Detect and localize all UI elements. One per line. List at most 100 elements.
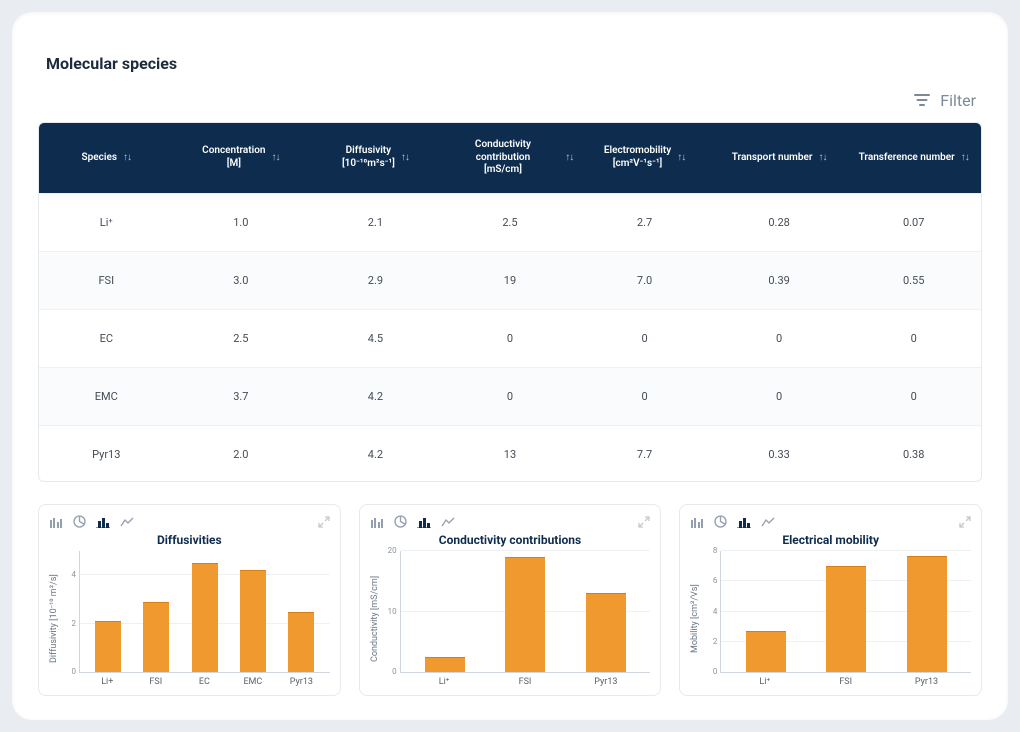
- column-header-label: Species: [82, 152, 117, 165]
- charts-row: DiffusivitiesDiffusivity [10⁻¹⁰ m²/s]024…: [38, 504, 982, 696]
- table-body: Li⁺1.02.12.52.70.280.07FSI3.02.9197.00.3…: [39, 193, 981, 482]
- cell-cond: 0: [443, 367, 578, 425]
- cell-transference: 0.55: [846, 251, 981, 309]
- page-title: Molecular species: [46, 54, 982, 73]
- cell-species: EMC: [39, 367, 174, 425]
- chart-ytick: 4: [699, 607, 717, 616]
- chart-type-switcher: [49, 513, 330, 531]
- chart-card: Conductivity contributionsConductivity […: [359, 504, 662, 696]
- chart-type-bar-icon[interactable]: [417, 513, 431, 532]
- cell-species: Li⁺: [39, 193, 174, 251]
- chart-type-grouped-icon[interactable]: [370, 513, 384, 532]
- cell-species: Pyr13: [39, 425, 174, 482]
- cell-diff: 2.9: [308, 251, 443, 309]
- cell-cond: 2.5: [443, 193, 578, 251]
- chart-bar: [143, 602, 169, 672]
- cell-transport: 0: [712, 309, 847, 367]
- chart-plot: 024Li+FSIECEMCPyr13: [59, 551, 330, 687]
- expand-icon[interactable]: [638, 513, 650, 532]
- chart-type-bar-icon[interactable]: [96, 513, 110, 532]
- chart-ytick: 2: [58, 619, 76, 628]
- chart-bar: [586, 593, 626, 672]
- cell-transport: 0.39: [712, 251, 847, 309]
- chart-type-pie-icon[interactable]: [714, 513, 727, 532]
- chart-xtick: FSI: [826, 677, 866, 687]
- chart-xtick: EMC: [240, 677, 266, 687]
- chart-type-switcher: [690, 513, 971, 531]
- table-row: Pyr132.04.2137.70.330.38: [39, 425, 981, 482]
- chart-card: DiffusivitiesDiffusivity [10⁻¹⁰ m²/s]024…: [38, 504, 341, 696]
- chart-title: Conductivity contributions: [370, 533, 651, 547]
- cell-cond: 19: [443, 251, 578, 309]
- column-header[interactable]: Conductivity contribution[mS/cm]↑↓: [443, 123, 578, 193]
- filter-icon: [914, 91, 930, 110]
- filter-control[interactable]: Filter: [38, 91, 982, 110]
- chart-type-pie-icon[interactable]: [394, 513, 407, 532]
- chart-bars: [80, 551, 330, 672]
- chart-type-line-icon[interactable]: [761, 513, 775, 532]
- chart-ytick: 0: [699, 667, 717, 676]
- chart-type-switcher: [370, 513, 651, 531]
- chart-bars: [721, 551, 971, 672]
- chart-type-pie-icon[interactable]: [73, 513, 86, 532]
- chart-type-line-icon[interactable]: [441, 513, 455, 532]
- table-row: FSI3.02.9197.00.390.55: [39, 251, 981, 309]
- column-header[interactable]: Transport number↑↓: [712, 123, 847, 193]
- chart-bars: [401, 551, 651, 672]
- chart-ytick: 0: [58, 667, 76, 676]
- cell-conc: 1.0: [174, 193, 309, 251]
- cell-transference: 0: [846, 367, 981, 425]
- chart-bar: [192, 563, 218, 672]
- column-header[interactable]: Diffusivity[10⁻¹⁰m²s⁻¹]↑↓: [308, 123, 443, 193]
- column-header-label: Electromobility[cm²V⁻¹s⁻¹]: [604, 145, 671, 170]
- column-header[interactable]: Concentration[M]↑↓: [174, 123, 309, 193]
- expand-icon[interactable]: [318, 513, 330, 532]
- cell-mob: 7.7: [577, 425, 712, 482]
- cell-conc: 3.7: [174, 367, 309, 425]
- chart-ytick: 8: [699, 546, 717, 555]
- cell-mob: 7.0: [577, 251, 712, 309]
- column-header-label: Transference number: [859, 152, 955, 165]
- column-header-label: Conductivity contribution[mS/cm]: [447, 139, 560, 177]
- chart-xtick: FSI: [505, 677, 545, 687]
- cell-mob: 0: [577, 309, 712, 367]
- chart-type-line-icon[interactable]: [120, 513, 134, 532]
- cell-transference: 0.07: [846, 193, 981, 251]
- chart-bar: [95, 621, 121, 672]
- chart-xtick: Pyr13: [907, 677, 947, 687]
- cell-cond: 0: [443, 309, 578, 367]
- cell-diff: 4.2: [308, 367, 443, 425]
- chart-ytick: 4: [58, 570, 76, 579]
- chart-plot: 01020Li⁺FSIPyr13: [380, 551, 651, 687]
- chart-xtick: Pyr13: [288, 677, 314, 687]
- chart-xtick: Li⁺: [745, 677, 785, 687]
- column-header[interactable]: Transference number ↑↓: [846, 123, 981, 193]
- cell-transport: 0: [712, 367, 847, 425]
- cell-transference: 0.38: [846, 425, 981, 482]
- chart-bar: [288, 612, 314, 673]
- chart-xtick: Pyr13: [586, 677, 626, 687]
- sort-icon: ↑↓: [961, 152, 969, 165]
- chart-xticks: Li⁺FSIPyr13: [400, 673, 651, 687]
- cell-mob: 2.7: [577, 193, 712, 251]
- chart-ytick: 6: [699, 576, 717, 585]
- app-screen: Molecular species Filter Species↑↓Concen…: [12, 12, 1008, 720]
- cell-transport: 0.28: [712, 193, 847, 251]
- chart-bar: [826, 566, 866, 672]
- chart-type-grouped-icon[interactable]: [690, 513, 704, 532]
- chart-card: Electrical mobilityMobility [cm²/Vs]0246…: [679, 504, 982, 696]
- column-header-label: Concentration[M]: [202, 145, 265, 170]
- column-header[interactable]: Electromobility[cm²V⁻¹s⁻¹]↑↓: [577, 123, 712, 193]
- table-header: Species↑↓Concentration[M]↑↓Diffusivity[1…: [39, 123, 981, 193]
- chart-plot: 02468Li⁺FSIPyr13: [700, 551, 971, 687]
- expand-icon[interactable]: [959, 513, 971, 532]
- chart-body: Mobility [cm²/Vs]02468Li⁺FSIPyr13: [690, 551, 971, 687]
- column-header[interactable]: Species↑↓: [39, 123, 174, 193]
- chart-xtick: EC: [191, 677, 217, 687]
- column-header-label: Diffusivity[10⁻¹⁰m²s⁻¹]: [342, 145, 395, 170]
- chart-body: Diffusivity [10⁻¹⁰ m²/s]024Li+FSIECEMCPy…: [49, 551, 330, 687]
- chart-bar: [746, 631, 786, 672]
- chart-type-bar-icon[interactable]: [737, 513, 751, 532]
- chart-type-grouped-icon[interactable]: [49, 513, 63, 532]
- device-frame: Molecular species Filter Species↑↓Concen…: [0, 0, 1020, 732]
